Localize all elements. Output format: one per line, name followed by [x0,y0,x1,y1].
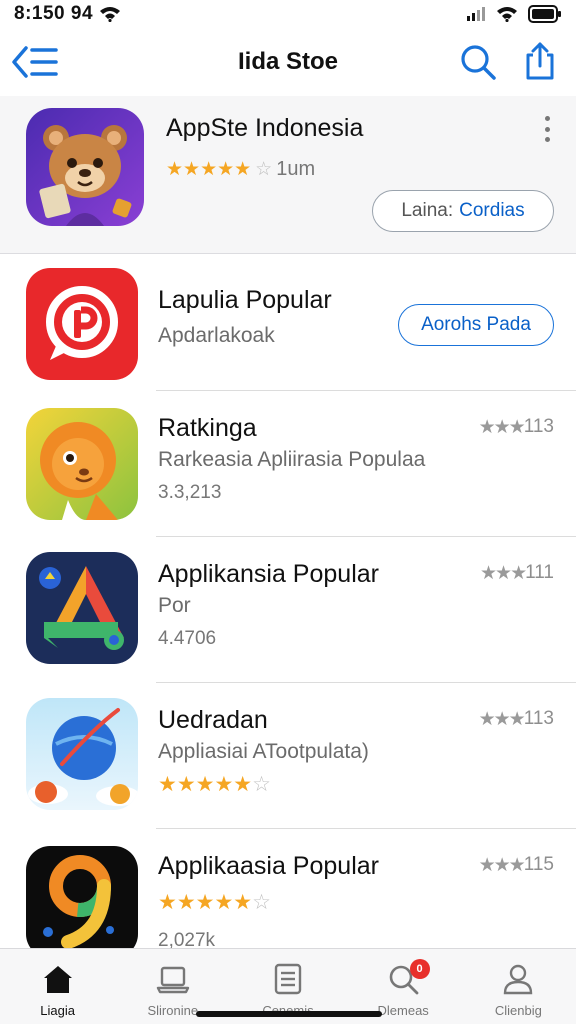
home-icon [43,966,72,993]
divider [156,536,576,537]
nine-icon[interactable] [26,846,138,958]
app-subtitle: Rarkeasia Apliirasia Populaa [158,448,426,471]
star-empty-icon: ☆ [252,891,271,914]
star-rating: ★★★★★☆ [158,772,271,797]
wifi-icon [100,7,121,22]
app-subtitle: Apdarlakoak [158,324,275,347]
battery-icon [528,5,561,23]
divider [156,682,576,683]
rank-stars: ★★★ [478,709,526,730]
share-button[interactable] [520,40,560,82]
tab-label: Liagia [40,1003,75,1018]
person-icon [504,964,533,995]
divider [156,390,576,391]
share-icon [526,42,554,80]
list-item[interactable]: Ratkinga Rarkeasia Apliirasia Populaa 3.… [0,392,576,538]
list-item[interactable]: Uedradan Appliasiai ATootpulata) ★★★★★☆ … [0,684,576,830]
featured-rating: ★★★★★ ☆ 1um [166,158,315,181]
stars-filled: ★★★★★ [158,773,253,796]
star-rating: ★★★★★ [166,159,252,180]
laptop-icon [156,966,189,994]
stars-filled: ★★★★★ [158,891,253,914]
navigation-bar: Iida Stoe [0,28,576,96]
button-label: Cordias [459,200,525,221]
featured-app-card[interactable]: AppSte Indonesia ★★★★★ ☆ 1um Laina: Cordi… [0,96,576,254]
app-meta: 3.3,213 [158,482,222,503]
app-subtitle: Por [158,594,191,617]
featured-action-button[interactable]: Laina: Cordias [372,190,554,232]
signal-icon [467,7,485,21]
rating-count: 1um [276,158,316,180]
star-empty-icon: ☆ [252,773,271,796]
lion-icon[interactable] [26,408,138,520]
app-title: Ratkinga [158,414,257,442]
rank-stars: ★★★ [478,855,526,876]
notification-badge: 0 [409,959,430,979]
star-rating: ★★★★★☆ [158,890,271,915]
list-item[interactable]: Applikansia Popular Por 4.4706 ★★★ 111 [0,538,576,684]
rank-stars: ★★★ [478,417,526,438]
document-icon [274,963,302,995]
button-prefix: Laina: [401,200,454,221]
rank-badge: ★★★ 113 [479,708,554,731]
rank-stars: ★★★ [480,563,527,584]
divider [156,828,576,829]
app-title: Applikansia Popular [158,560,379,588]
rank-number: 113 [523,708,554,729]
rank-number: 115 [523,854,554,875]
tab-home[interactable]: Liagia [0,949,115,1024]
more-options-button[interactable] [540,116,554,142]
search-icon [461,45,496,80]
tab-label: Clienbig [494,1003,542,1018]
home-indicator[interactable] [196,1011,382,1017]
app-title: Applikaasia Popular [158,852,379,880]
rank-badge: ★★★ 113 [479,416,554,439]
rank-number: 113 [523,416,554,437]
get-button[interactable]: Aorohs Pada [398,304,554,346]
app-title: Uedradan [158,706,268,734]
rank-badge: ★★★ 111 [480,562,554,585]
app-title: Lapulia Popular [158,286,332,314]
planet-icon[interactable] [26,698,138,810]
status-time: 8:150 94 [14,3,121,25]
rank-badge: ★★★ 115 [479,854,554,877]
app-subtitle: Appliasiai ATootpulata) [158,740,369,763]
search-button[interactable] [458,42,498,82]
featured-app-title: AppSte Indonesia [166,114,364,142]
app-meta: 4.4706 [158,628,217,649]
list-item[interactable]: Applikaasia Popular ★★★★★☆ 2,027k ★★★ 115 [0,830,576,958]
status-bar: 8:150 94 [0,0,576,28]
rank-number: 111 [525,562,554,583]
status-clock: 8:150 94 [14,3,94,24]
star-empty-icon: ☆ [255,159,273,180]
tab-profile[interactable]: Clienbig [461,949,576,1024]
status-icons [466,5,562,23]
bear-app-icon[interactable] [26,108,144,226]
chat-p-icon[interactable] [26,268,138,380]
wifi-icon [497,7,517,22]
list-item[interactable]: Lapulia Popular Apdarlakoak Aorohs Pada [0,254,576,392]
triangle-a-icon[interactable] [26,552,138,664]
